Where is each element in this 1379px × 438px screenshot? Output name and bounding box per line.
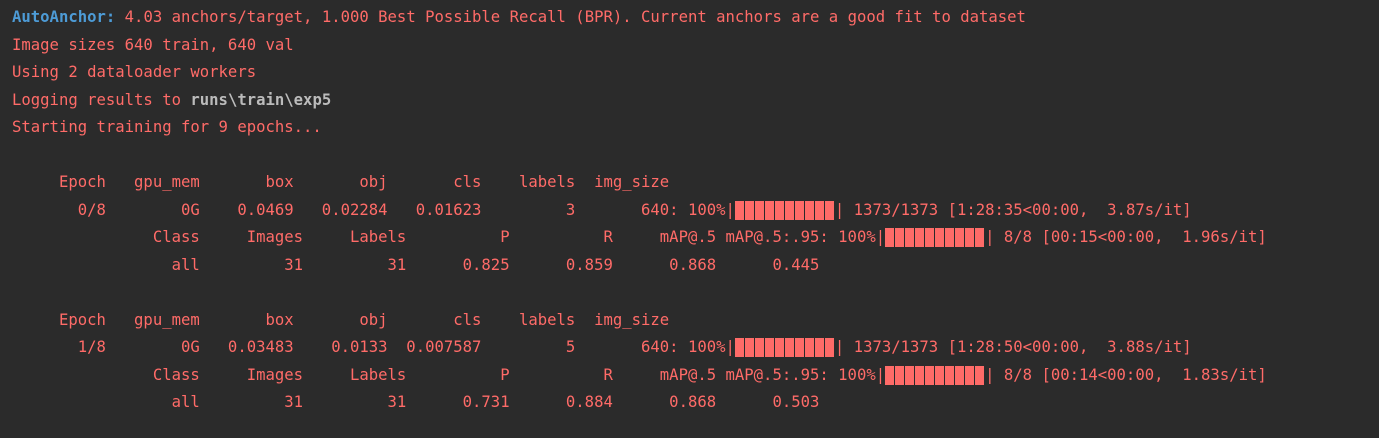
autoanchor-line: AutoAnchor: 4.03 anchors/target, 1.000 B… [12,4,1026,32]
epoch-train-stats: 0/8 0G 0.0469 0.02284 0.01623 3 640: 100… [12,200,735,219]
val-header-row: Class Images Labels P R mAP@.5 mAP@.5:.9… [12,224,1267,252]
val-results-row: all 31 31 0.825 0.859 0.868 0.445 [12,255,820,274]
image-sizes-line: Image sizes 640 train, 640 val [12,35,294,54]
console-output[interactable]: AutoAnchor: 4.03 anchors/target, 1.000 B… [0,0,1379,438]
val-timing: | 8/8 [00:15<00:00, 1.96s/it] [985,228,1267,246]
val-timing: | 8/8 [00:14<00:00, 1.83s/it] [985,365,1267,384]
epoch-header-row: Epoch gpu_mem box obj cls labels img_siz… [12,173,670,191]
logging-line: Logging results to runs\train\exp5 [12,87,331,115]
epoch-train-row: 0/8 0G 0.0469 0.02284 0.01623 3 640: 100… [12,197,1192,225]
logging-prefix: Logging results to [12,90,191,109]
val-header-labels: Class Images Labels P R mAP@.5 mAP@.5:.9… [12,228,886,246]
progress-bar [885,365,986,385]
epoch-train-row: 1/8 0G 0.03483 0.0133 0.007587 5 640: 10… [12,334,1192,362]
epoch-train-timing: | 1373/1373 [1:28:50<00:00, 3.88s/it] [834,338,1192,356]
progress-bar [734,338,835,357]
progress-bar [885,228,986,247]
logging-path-link[interactable]: runs\train\exp5 [190,91,331,109]
progress-bar [734,200,835,220]
epoch-header-row: Epoch gpu_mem box obj cls labels img_siz… [12,310,670,329]
val-results-row: all 31 31 0.731 0.884 0.868 0.503 [12,393,820,411]
epoch-train-timing: | 1373/1373 [1:28:35<00:00, 3.87s/it] [834,200,1192,219]
workers-line: Using 2 dataloader workers [12,63,257,81]
autoanchor-prefix: AutoAnchor: [12,8,116,26]
val-header-labels: Class Images Labels P R mAP@.5 mAP@.5:.9… [12,365,886,384]
epoch-train-stats: 1/8 0G 0.03483 0.0133 0.007587 5 640: 10… [12,338,735,356]
val-header-row: Class Images Labels P R mAP@.5 mAP@.5:.9… [12,362,1267,390]
starting-line: Starting training for 9 epochs... [12,118,322,136]
autoanchor-message: 4.03 anchors/target, 1.000 Best Possible… [115,8,1026,26]
